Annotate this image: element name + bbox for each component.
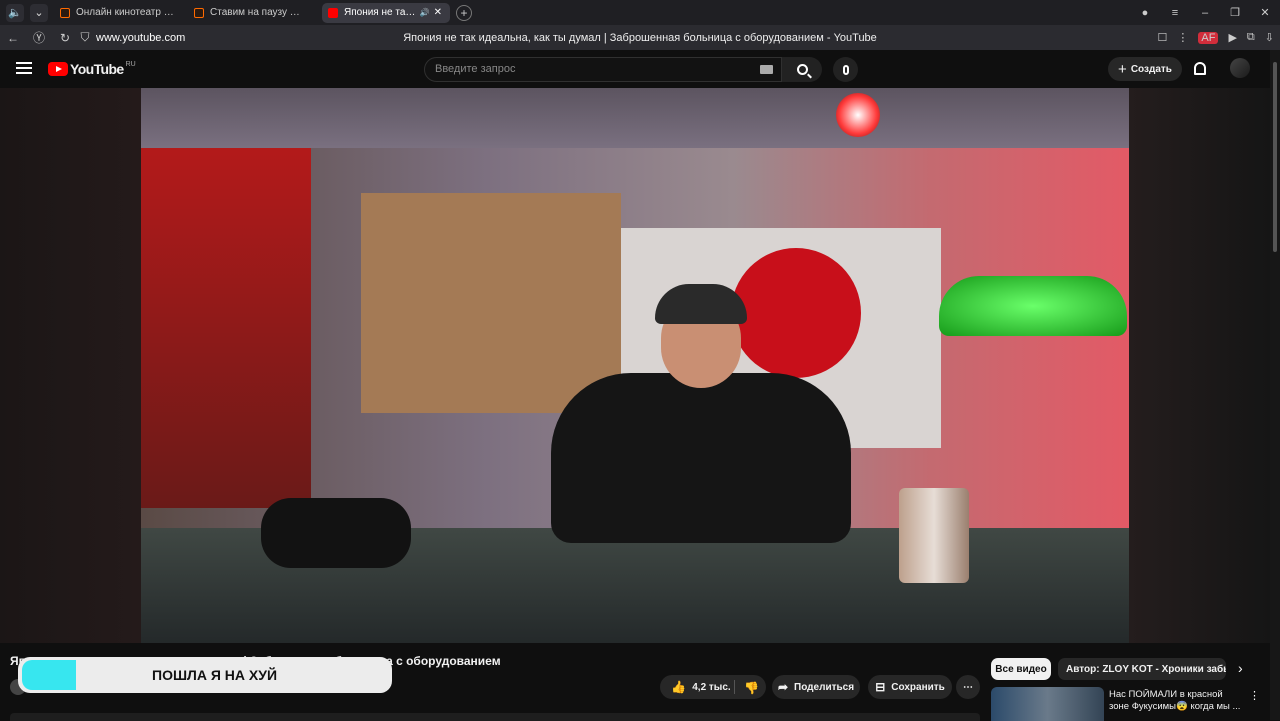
recommendation-thumbnail[interactable] (991, 687, 1104, 721)
window-controls: ● ≡ – ❐ ✕ (1130, 0, 1280, 25)
voice-search-button[interactable] (833, 57, 858, 82)
search-input[interactable]: Введите запрос (424, 57, 782, 82)
dislike-icon[interactable]: 👎 (744, 681, 759, 695)
page-title: Япония не так идеальна, как ты думал | З… (403, 31, 877, 44)
more-icon[interactable]: ⋮ (1177, 31, 1188, 44)
chip-author[interactable]: Автор: ZLOY KOT - Хроники забытого (1058, 658, 1226, 680)
scene-mug (899, 488, 969, 583)
search-placeholder: Введите запрос (435, 63, 516, 75)
like-icon[interactable]: 👍 (671, 680, 686, 694)
download-icon[interactable]: ⇩ (1265, 31, 1274, 44)
scene-flag-circle (731, 248, 861, 378)
profile-icon[interactable]: ● (1130, 7, 1160, 19)
video-info: Япония не так идеальна, как ты думал | З… (0, 643, 1270, 721)
yandex-icon[interactable]: Ⓨ (26, 29, 52, 46)
bell-icon[interactable] (1194, 62, 1206, 75)
scene-green-lamp (939, 276, 1127, 336)
tab-sound-icon[interactable]: 🔊 (420, 8, 430, 17)
youtube-header: YouTube RU Введите запрос + Создать (0, 50, 1270, 88)
menu-icon[interactable] (16, 62, 32, 74)
plus-icon: + (1118, 60, 1127, 78)
tab-list-chevron-icon[interactable]: ⌄ (30, 3, 48, 22)
search-icon (796, 64, 808, 75)
create-label: Создать (1130, 63, 1172, 75)
tab-close-icon[interactable]: ✕ (434, 7, 442, 18)
like-dislike-group: 👍 4,2 тыс. 👎 (660, 675, 766, 699)
save-button[interactable]: ⊟ Сохранить (868, 675, 952, 699)
tab-label: Онлайн кинотеатр Кинопоиск (76, 7, 174, 18)
share-icon: ➦ (777, 680, 789, 694)
bookmark-icon[interactable]: ☐ (1158, 31, 1168, 44)
address-bar: ← Ⓨ ↻ ⛉ www.youtube.com Япония не так ид… (0, 25, 1280, 50)
browser-tabbar: 🔈 ⌄ Онлайн кинотеатр Кинопоиск Ставим на… (0, 0, 1280, 25)
reload-icon[interactable]: ↻ (52, 31, 78, 45)
lock-icon[interactable]: ⛉ (78, 30, 92, 45)
video-scene (141, 88, 1129, 643)
tab-audio-icon[interactable]: 🔈 (6, 3, 24, 22)
minimize-icon[interactable]: – (1190, 7, 1220, 19)
video-frame[interactable] (141, 88, 1129, 643)
share-label: Поделиться (794, 681, 855, 693)
browser-menu-icon[interactable]: ≡ (1160, 7, 1190, 19)
save-icon: ⊟ (875, 680, 886, 694)
browser-tab-2[interactable]: Ставим на паузу — узнай (188, 3, 316, 23)
kinopoisk-favicon-icon (194, 7, 204, 18)
scene-shelf (141, 148, 311, 508)
scene-corkboard (361, 193, 621, 413)
new-tab-button[interactable]: + (456, 4, 472, 21)
more-actions-button[interactable]: ⋯ (956, 675, 980, 699)
chip-all-videos[interactable]: Все видео (991, 658, 1051, 680)
restore-icon[interactable]: ❐ (1220, 6, 1250, 19)
mic-icon (842, 64, 849, 75)
notification-overlay: ПОШЛА Я НА ХУЙ (18, 657, 392, 693)
search-button[interactable] (782, 57, 822, 82)
video-player[interactable] (0, 88, 1270, 643)
recommendation-title[interactable]: Нас ПОЙМАЛИ в красной зоне Фукусимы😨 ког… (1109, 689, 1243, 715)
overlay-text: ПОШЛА Я НА ХУЙ (152, 667, 278, 683)
extension-badge[interactable]: AF (1198, 31, 1219, 44)
kinopoisk-favicon-icon (60, 7, 70, 18)
media-icon[interactable]: ▶ (1228, 31, 1236, 44)
browser-tab-3-active[interactable]: Япония не так идеальна 🔊 ✕ (322, 2, 450, 23)
logo-region: RU (125, 60, 136, 68)
url-text[interactable]: www.youtube.com (96, 32, 356, 44)
recommendation-more-icon[interactable]: ⋮ (1249, 689, 1260, 702)
scene-telephone (261, 498, 411, 568)
collections-icon[interactable]: ⧉ (1247, 31, 1255, 44)
overlay-accent (22, 660, 76, 690)
create-button[interactable]: + Создать (1108, 57, 1182, 81)
chevron-right-icon[interactable]: › (1238, 660, 1243, 676)
tab-label: Япония не так идеальна (344, 7, 417, 18)
tab-label: Ставим на паузу — узнай (210, 7, 308, 18)
keyboard-icon[interactable] (760, 65, 773, 74)
like-divider (734, 680, 735, 694)
recommendation-item[interactable]: Нас ПОЙМАЛИ в красной зоне Фукусимы😨 ког… (991, 687, 1261, 721)
share-button[interactable]: ➦ Поделиться (772, 675, 860, 699)
scene-person-body (551, 373, 851, 543)
browser-tab-1[interactable]: Онлайн кинотеатр Кинопоиск (54, 3, 182, 23)
ambient-left (0, 88, 141, 643)
avatar[interactable] (1230, 58, 1250, 78)
scene-ceiling (141, 88, 1129, 148)
close-window-icon[interactable]: ✕ (1250, 6, 1280, 19)
back-icon[interactable]: ← (0, 31, 26, 45)
scrollbar-thumb[interactable] (1273, 62, 1277, 252)
scene-ceiling-lamp (836, 93, 880, 137)
youtube-play-icon (48, 62, 68, 76)
youtube-favicon-icon (328, 7, 338, 18)
ambient-right (1129, 88, 1270, 643)
page-scrollbar[interactable] (1270, 50, 1280, 720)
logo-text: YouTube (70, 61, 124, 77)
youtube-logo[interactable]: YouTube RU (48, 61, 136, 77)
scene-person-cap (655, 284, 747, 324)
like-count[interactable]: 4,2 тыс. (692, 682, 730, 693)
save-label: Сохранить (891, 681, 945, 693)
